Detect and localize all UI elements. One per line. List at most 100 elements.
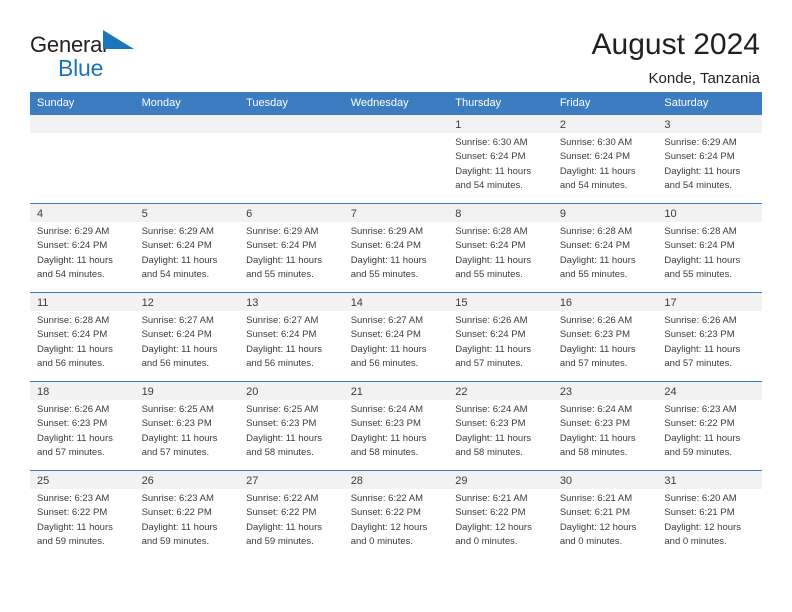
sunrise-text: Sunrise: 6:30 AM xyxy=(455,137,528,148)
daylight-text-1: Daylight: 11 hours xyxy=(246,432,322,444)
day-cell[interactable]: 22 Sunrise: 6:24 AM Sunset: 6:23 PM Dayl… xyxy=(448,381,553,471)
day-cell[interactable]: 16 Sunrise: 6:26 AM Sunset: 6:23 PM Dayl… xyxy=(552,292,658,382)
weekday-header-row: Sunday Monday Tuesday Wednesday Thursday… xyxy=(30,92,762,115)
daylight-text-2: and 58 minutes. xyxy=(455,447,523,459)
day-number: 23 xyxy=(552,382,658,400)
day-number: 5 xyxy=(134,204,240,222)
sunset-text: Sunset: 6:21 PM xyxy=(559,507,631,519)
sunset-text: Sunset: 6:24 PM xyxy=(37,329,108,341)
daylight-text-2: and 55 minutes. xyxy=(559,269,628,281)
day-cell[interactable]: 1 Sunrise: 6:30 AM Sunset: 6:24 PM Dayli… xyxy=(448,114,553,204)
daylight-text-1: Daylight: 11 hours xyxy=(664,432,741,444)
general-blue-logo[interactable]: General Blue xyxy=(30,28,150,80)
sunrise-text: Sunrise: 6:29 AM xyxy=(350,226,424,237)
day-info: Sunrise: 6:26 AM Sunset: 6:24 PM Dayligh… xyxy=(448,311,553,372)
daylight-text-1: Daylight: 11 hours xyxy=(246,343,322,355)
day-cell[interactable]: 17 Sunrise: 6:26 AM Sunset: 6:23 PM Dayl… xyxy=(657,292,762,382)
daylight-text-2: and 58 minutes. xyxy=(559,447,628,459)
day-cell[interactable]: 11 Sunrise: 6:28 AM Sunset: 6:24 PM Dayl… xyxy=(30,292,135,382)
daylight-text-1: Daylight: 11 hours xyxy=(559,343,636,355)
day-cell[interactable]: 10 Sunrise: 6:28 AM Sunset: 6:24 PM Dayl… xyxy=(657,203,762,293)
day-cell[interactable]: 24 Sunrise: 6:23 AM Sunset: 6:22 PM Dayl… xyxy=(657,381,762,471)
daylight-text-2: and 57 minutes. xyxy=(37,447,105,459)
day-cell[interactable]: 12 Sunrise: 6:27 AM Sunset: 6:24 PM Dayl… xyxy=(134,292,240,382)
day-number: 9 xyxy=(552,204,658,222)
day-number: 15 xyxy=(448,293,553,311)
daylight-text-1: Daylight: 11 hours xyxy=(350,254,427,266)
sunset-text: Sunset: 6:23 PM xyxy=(455,418,526,430)
day-cell[interactable]: 6 Sunrise: 6:29 AM Sunset: 6:24 PM Dayli… xyxy=(239,203,344,293)
day-info: Sunrise: 6:28 AM Sunset: 6:24 PM Dayligh… xyxy=(553,222,658,283)
daylight-text-1: Daylight: 11 hours xyxy=(37,254,113,266)
day-cell[interactable]: 5 Sunrise: 6:29 AM Sunset: 6:24 PM Dayli… xyxy=(134,203,240,293)
daylight-text-1: Daylight: 11 hours xyxy=(246,521,322,533)
sunset-text: Sunset: 6:22 PM xyxy=(37,507,108,519)
daylight-text-2: and 54 minutes. xyxy=(37,269,105,281)
day-number: 28 xyxy=(343,471,449,489)
day-cell[interactable]: 9 Sunrise: 6:28 AM Sunset: 6:24 PM Dayli… xyxy=(552,203,658,293)
day-cell[interactable]: 20 Sunrise: 6:25 AM Sunset: 6:23 PM Dayl… xyxy=(239,381,344,471)
day-number: 18 xyxy=(30,382,135,400)
sunrise-text: Sunrise: 6:28 AM xyxy=(664,226,737,237)
daylight-text-1: Daylight: 11 hours xyxy=(141,343,218,355)
day-info: Sunrise: 6:24 AM Sunset: 6:23 PM Dayligh… xyxy=(344,400,449,461)
day-info: Sunrise: 6:23 AM Sunset: 6:22 PM Dayligh… xyxy=(30,489,135,550)
day-info: Sunrise: 6:24 AM Sunset: 6:23 PM Dayligh… xyxy=(448,400,553,461)
day-cell[interactable]: 7 Sunrise: 6:29 AM Sunset: 6:24 PM Dayli… xyxy=(343,203,449,293)
day-number xyxy=(343,115,449,133)
sunset-text: Sunset: 6:22 PM xyxy=(350,507,421,519)
day-cell[interactable]: 23 Sunrise: 6:24 AM Sunset: 6:23 PM Dayl… xyxy=(552,381,658,471)
day-cell[interactable]: 13 Sunrise: 6:27 AM Sunset: 6:24 PM Dayl… xyxy=(239,292,344,382)
day-info: Sunrise: 6:26 AM Sunset: 6:23 PM Dayligh… xyxy=(553,311,658,372)
day-number: 26 xyxy=(134,471,240,489)
day-number: 24 xyxy=(657,382,762,400)
sunset-text: Sunset: 6:24 PM xyxy=(350,240,421,252)
day-cell[interactable]: 28 Sunrise: 6:22 AM Sunset: 6:22 PM Dayl… xyxy=(343,470,449,560)
day-info: Sunrise: 6:28 AM Sunset: 6:24 PM Dayligh… xyxy=(657,222,762,283)
day-cell[interactable]: 4 Sunrise: 6:29 AM Sunset: 6:24 PM Dayli… xyxy=(30,203,135,293)
daylight-text-1: Daylight: 11 hours xyxy=(37,432,113,444)
day-cell[interactable]: 14 Sunrise: 6:27 AM Sunset: 6:24 PM Dayl… xyxy=(343,292,449,382)
day-cell[interactable]: 25 Sunrise: 6:23 AM Sunset: 6:22 PM Dayl… xyxy=(30,470,135,560)
day-number: 6 xyxy=(239,204,344,222)
daylight-text-2: and 55 minutes. xyxy=(455,269,523,281)
day-cell[interactable]: 18 Sunrise: 6:26 AM Sunset: 6:23 PM Dayl… xyxy=(30,381,135,471)
day-cell[interactable]: 8 Sunrise: 6:28 AM Sunset: 6:24 PM Dayli… xyxy=(448,203,553,293)
day-number: 21 xyxy=(343,382,449,400)
day-cell-empty xyxy=(30,114,135,204)
day-info: Sunrise: 6:27 AM Sunset: 6:24 PM Dayligh… xyxy=(135,311,240,372)
day-cell[interactable]: 29 Sunrise: 6:21 AM Sunset: 6:22 PM Dayl… xyxy=(448,470,553,560)
day-info: Sunrise: 6:27 AM Sunset: 6:24 PM Dayligh… xyxy=(344,311,449,372)
sunset-text: Sunset: 6:22 PM xyxy=(664,418,735,430)
daylight-text-1: Daylight: 11 hours xyxy=(664,165,741,177)
sunrise-text: Sunrise: 6:21 AM xyxy=(559,493,633,504)
day-cell[interactable]: 26 Sunrise: 6:23 AM Sunset: 6:22 PM Dayl… xyxy=(134,470,240,560)
daylight-text-2: and 57 minutes. xyxy=(664,358,732,370)
day-cell[interactable]: 21 Sunrise: 6:24 AM Sunset: 6:23 PM Dayl… xyxy=(343,381,449,471)
sunrise-text: Sunrise: 6:29 AM xyxy=(664,137,737,148)
calendar-table: Sunday Monday Tuesday Wednesday Thursday… xyxy=(30,92,762,560)
daylight-text-1: Daylight: 12 hours xyxy=(350,521,428,533)
day-cell[interactable]: 31 Sunrise: 6:20 AM Sunset: 6:21 PM Dayl… xyxy=(657,470,762,560)
day-cell[interactable]: 3 Sunrise: 6:29 AM Sunset: 6:24 PM Dayli… xyxy=(657,114,762,204)
day-info: Sunrise: 6:28 AM Sunset: 6:24 PM Dayligh… xyxy=(30,311,135,372)
day-info: Sunrise: 6:29 AM Sunset: 6:24 PM Dayligh… xyxy=(657,133,762,194)
day-cell[interactable]: 2 Sunrise: 6:30 AM Sunset: 6:24 PM Dayli… xyxy=(552,114,658,204)
daylight-text-2: and 57 minutes. xyxy=(559,358,628,370)
daylight-text-2: and 55 minutes. xyxy=(664,269,732,281)
sunrise-text: Sunrise: 6:23 AM xyxy=(37,493,110,504)
day-info: Sunrise: 6:28 AM Sunset: 6:24 PM Dayligh… xyxy=(448,222,553,283)
day-cell[interactable]: 15 Sunrise: 6:26 AM Sunset: 6:24 PM Dayl… xyxy=(448,292,553,382)
daylight-text-2: and 57 minutes. xyxy=(141,447,210,459)
day-cell[interactable]: 30 Sunrise: 6:21 AM Sunset: 6:21 PM Dayl… xyxy=(552,470,658,560)
page-header: General Blue August 2024 Konde, Tanzania xyxy=(0,0,792,92)
daylight-text-1: Daylight: 11 hours xyxy=(455,343,532,355)
daylight-text-2: and 54 minutes. xyxy=(455,180,523,192)
day-number xyxy=(239,115,344,133)
day-cell[interactable]: 19 Sunrise: 6:25 AM Sunset: 6:23 PM Dayl… xyxy=(134,381,240,471)
day-cell[interactable]: 27 Sunrise: 6:22 AM Sunset: 6:22 PM Dayl… xyxy=(239,470,344,560)
day-number: 7 xyxy=(343,204,449,222)
day-number: 1 xyxy=(448,115,553,133)
day-info: Sunrise: 6:25 AM Sunset: 6:23 PM Dayligh… xyxy=(135,400,240,461)
sunrise-text: Sunrise: 6:28 AM xyxy=(559,226,633,237)
